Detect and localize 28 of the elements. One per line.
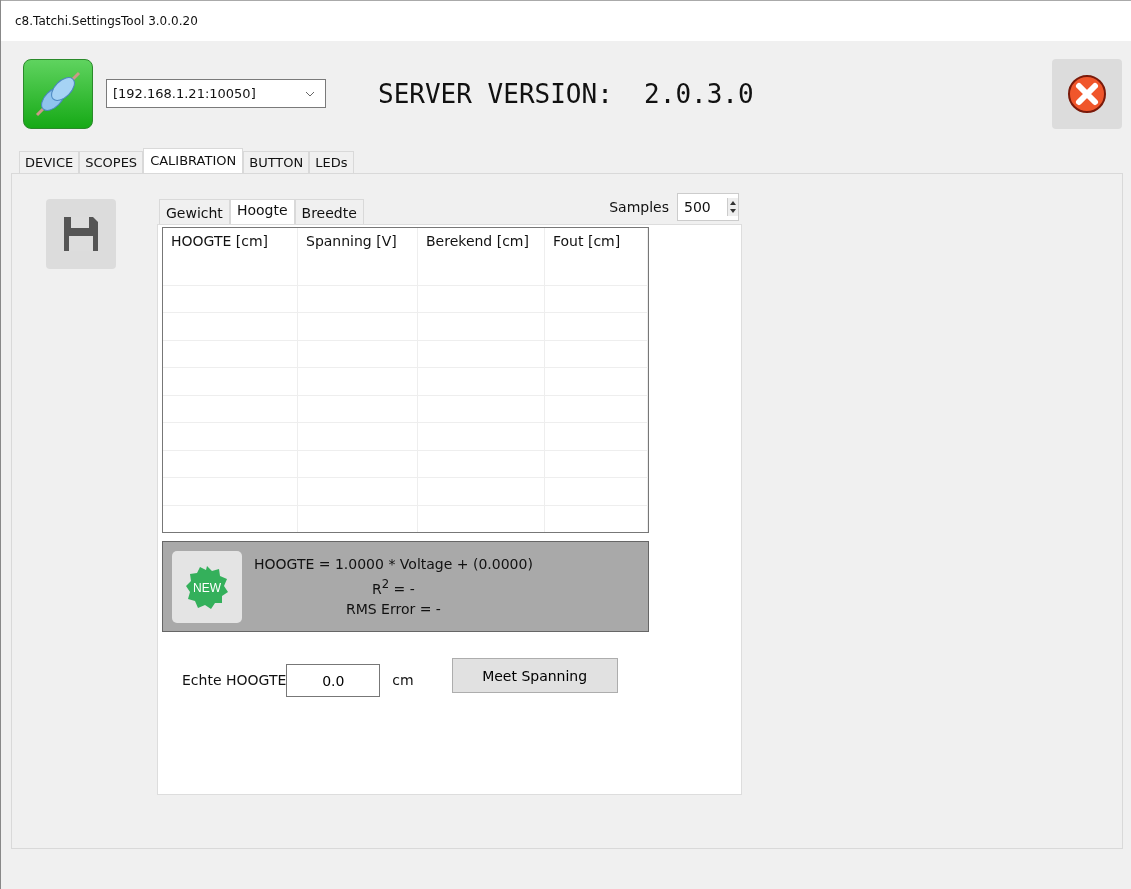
tab[interactable]: LEDs	[309, 151, 354, 173]
tab[interactable]: SCOPES	[79, 151, 144, 173]
server-version: SERVER VERSION: 2.0.3.0	[378, 78, 754, 109]
unit-label: cm	[392, 671, 414, 688]
tab[interactable]: DEVICE	[19, 151, 80, 173]
tab[interactable]: Hoogte	[229, 199, 295, 224]
server-dropdown[interactable]: [192.168.1.21:10050]	[106, 79, 326, 108]
tab[interactable]: CALIBRATION	[143, 148, 244, 173]
formula-line: RMS Error = -	[345, 599, 441, 619]
column-header: Fout [cm]	[545, 228, 648, 285]
column-header: HOOGTE [cm]	[163, 228, 298, 285]
save-button[interactable]	[46, 199, 116, 269]
formula-line: R$^{2}$ = -	[372, 576, 415, 599]
tab[interactable]: BUTTON	[243, 151, 310, 173]
measure-button[interactable]: Meet Spanning	[451, 658, 618, 693]
column-header: Berekend [cm]	[418, 228, 545, 285]
connect-button[interactable]	[23, 58, 93, 129]
samples-spinbox[interactable]: 500	[677, 193, 739, 221]
close-icon	[1067, 73, 1107, 114]
chevron-down-icon	[305, 90, 315, 97]
samples-label: Samples	[609, 199, 669, 215]
column-header: Spanning [V]	[298, 228, 418, 285]
height-input[interactable]: 0.0	[286, 664, 381, 697]
close-button[interactable]	[1052, 58, 1122, 129]
new-badge: NEW	[184, 563, 230, 610]
height-label: Echte HOOGTE	[182, 671, 287, 688]
window-title: c8.Tatchi.SettingsTool 3.0.0.20	[15, 14, 198, 28]
formula-line: HOOGTE = 1.0000 * Voltage + (0.0000)	[254, 555, 533, 575]
